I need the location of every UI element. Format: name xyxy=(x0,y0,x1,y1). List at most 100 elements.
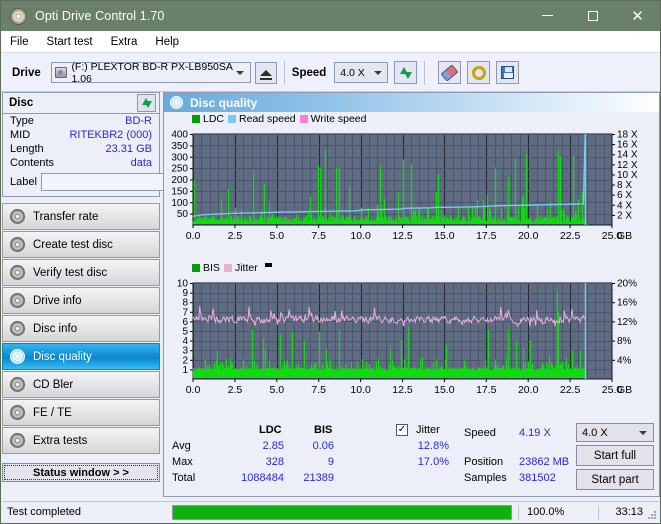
sidebar-item-label: Drive info xyxy=(33,294,82,307)
sidebar-item-verify-test-disc[interactable]: Verify test disc xyxy=(2,259,160,286)
svg-text:18 X: 18 X xyxy=(617,130,638,141)
eject-button[interactable] xyxy=(254,61,277,84)
sidebar-item-disc-info[interactable]: Disc info xyxy=(2,315,160,342)
svg-text:300: 300 xyxy=(171,152,188,163)
chevron-down-icon xyxy=(235,71,244,75)
menu-item-help[interactable]: Help xyxy=(146,34,188,50)
svg-text:10.0: 10.0 xyxy=(350,384,371,396)
drive-select[interactable]: (F:) PLEXTOR BD-R PX-LB950SA 1.06 xyxy=(50,60,251,85)
eraser-icon xyxy=(440,63,459,82)
sidebar-item-extra-tests[interactable]: Extra tests xyxy=(2,427,160,454)
svg-text:2.5: 2.5 xyxy=(228,384,243,396)
svg-text:7.5: 7.5 xyxy=(311,230,326,242)
sidebar-item-label: Transfer rate xyxy=(33,210,99,223)
disc-row-key: Contents xyxy=(10,157,55,169)
svg-text:5.0: 5.0 xyxy=(269,384,284,396)
disc-label-row: Label xyxy=(3,170,244,196)
stats-row-total-label: Total xyxy=(172,472,196,484)
menu-bar: File Start test Extra Help xyxy=(1,31,660,53)
application-window: Opti Drive Control 1.70 ✕ File Start tes… xyxy=(0,0,661,524)
sidebar-item-fe-te[interactable]: FE / TE xyxy=(2,399,160,426)
window-title: Opti Drive Control 1.70 xyxy=(35,9,165,23)
refresh-button[interactable] xyxy=(394,61,418,84)
menu-label: Start test xyxy=(46,35,93,48)
left-panel: Disc Type BD-R MID RITEKBR2 (000) Length… xyxy=(2,92,244,497)
minimize-button[interactable] xyxy=(525,1,570,30)
status-window-button[interactable]: Status window > > xyxy=(2,463,160,482)
drive-label: Drive xyxy=(12,66,41,79)
page-title: Disc quality xyxy=(190,95,258,110)
start-full-button[interactable]: Start full xyxy=(576,445,654,466)
sidebar-item-disc-quality[interactable]: Disc quality xyxy=(2,343,160,370)
speed-select-value: 4.0 X xyxy=(340,66,365,79)
svg-text:15.0: 15.0 xyxy=(434,384,455,396)
stats-speed-value: 4.19 X xyxy=(519,427,551,439)
disc-icon xyxy=(10,433,25,448)
sidebar-item-cd-bler[interactable]: CD Bler xyxy=(2,371,160,398)
svg-text:350: 350 xyxy=(171,141,188,152)
resize-grip[interactable] xyxy=(647,510,657,520)
start-part-button[interactable]: Start part xyxy=(576,469,654,490)
panel-header: Disc quality xyxy=(164,93,659,112)
svg-text:5.0: 5.0 xyxy=(269,230,284,242)
speed-select[interactable]: 4.0 X xyxy=(334,62,389,83)
test-speed-value: 4.0 X xyxy=(582,426,608,439)
top-chart-canvas: 501001502002503003504002 X4 X6 X8 X10 X1… xyxy=(171,130,638,243)
disc-refresh-button[interactable] xyxy=(137,94,156,112)
disc-icon xyxy=(10,237,25,252)
disc-icon xyxy=(10,209,25,224)
svg-text:17.5: 17.5 xyxy=(476,230,497,242)
svg-text:10: 10 xyxy=(177,279,189,290)
sidebar-item-create-test-disc[interactable]: Create test disc xyxy=(2,231,160,258)
speed-label: Speed xyxy=(291,66,327,79)
disc-quality-panel: Disc quality LDC Read speed Write speed … xyxy=(163,92,660,497)
stats-position-label: Position xyxy=(464,456,504,468)
disc-row-key: Length xyxy=(10,143,44,155)
disc-info-panel: Disc Type BD-R MID RITEKBR2 (000) Length… xyxy=(2,92,244,197)
save-button[interactable] xyxy=(496,61,520,84)
stats-max-ldc: 328 xyxy=(265,456,284,468)
disc-icon xyxy=(10,293,25,308)
disc-quality-icon xyxy=(170,96,183,109)
sidebar-item-drive-info[interactable]: Drive info xyxy=(2,287,160,314)
stats-samples-value: 381502 xyxy=(519,472,556,484)
status-message: Test completed xyxy=(7,506,81,518)
svg-text:2 X: 2 X xyxy=(617,210,632,221)
statistics-panel: LDC BIS ✓ Jitter Avg 2.85 0.06 12.8% Max… xyxy=(164,422,659,496)
svg-text:250: 250 xyxy=(171,164,188,175)
sidebar-item-transfer-rate[interactable]: Transfer rate xyxy=(2,203,160,230)
drive-select-value: (F:) PLEXTOR BD-R PX-LB950SA 1.06 xyxy=(71,60,233,85)
toolbar-divider xyxy=(283,60,285,85)
start-part-label: Start part xyxy=(591,473,639,486)
sidebar-nav: Transfer rate Create test disc Verify te… xyxy=(2,203,160,454)
progress-bar xyxy=(172,504,512,520)
menu-item-extra[interactable]: Extra xyxy=(102,34,147,50)
svg-text:5: 5 xyxy=(182,327,188,338)
close-button[interactable]: ✕ xyxy=(615,1,660,30)
maximize-button[interactable] xyxy=(570,1,615,30)
jitter-checkbox[interactable]: ✓ xyxy=(396,424,408,436)
refresh-icon xyxy=(399,66,413,80)
sidebar-item-label: FE / TE xyxy=(33,406,72,419)
wrench-icon xyxy=(471,65,486,80)
svg-text:9: 9 xyxy=(182,288,188,299)
menu-item-start-test[interactable]: Start test xyxy=(38,34,102,50)
disc-row-value: 23.31 GB xyxy=(105,143,152,155)
svg-text:200: 200 xyxy=(171,175,188,186)
jitter-label: Jitter xyxy=(416,424,440,436)
menu-item-file[interactable]: File xyxy=(1,34,38,50)
svg-text:1: 1 xyxy=(182,365,188,376)
svg-text:14 X: 14 X xyxy=(617,150,638,161)
status-window-label: Status window > > xyxy=(33,466,129,479)
tools-button[interactable] xyxy=(467,61,491,84)
disc-row-type: Type BD-R xyxy=(3,114,159,128)
erase-button[interactable] xyxy=(438,61,462,84)
test-speed-select[interactable]: 4.0 X xyxy=(576,423,654,442)
stats-avg-jitter: 12.8% xyxy=(417,440,449,452)
status-bar: Test completed 100.0% 33:13 xyxy=(2,501,659,522)
svg-text:7.5: 7.5 xyxy=(311,384,326,396)
svg-text:3: 3 xyxy=(182,346,188,357)
svg-text:20.0: 20.0 xyxy=(518,230,539,242)
svg-text:12%: 12% xyxy=(617,317,637,328)
svg-text:20.0: 20.0 xyxy=(518,384,539,396)
